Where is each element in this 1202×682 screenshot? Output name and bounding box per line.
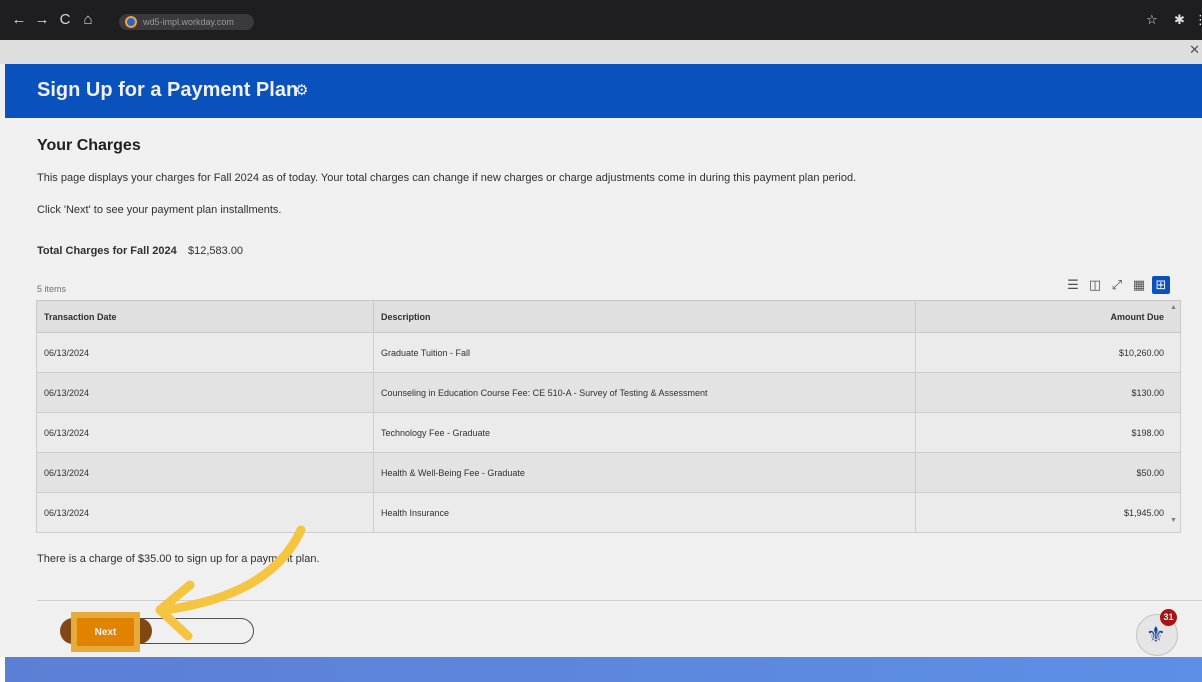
cell-amount: $198.00 [915, 412, 1181, 453]
column-icon[interactable]: ◫ [1086, 276, 1104, 294]
cell-date: 06/13/2024 [36, 332, 374, 373]
cell-date: 06/13/2024 [36, 492, 374, 533]
cell-description: Health Insurance [373, 492, 916, 533]
table-row: 06/13/2024 Graduate Tuition - Fall $10,2… [36, 332, 1181, 373]
cell-date: 06/13/2024 [36, 372, 374, 413]
page-title: Sign Up for a Payment Plan [37, 79, 299, 101]
fullscreen-icon[interactable]: ⤢ [1108, 276, 1126, 294]
column-header-date[interactable]: Transaction Date [36, 300, 374, 333]
hint-text: Click 'Next' to see your payment plan in… [37, 204, 282, 216]
bottom-band [5, 657, 1202, 682]
cell-description: Graduate Tuition - Fall [373, 332, 916, 373]
cell-description: Health & Well-Being Fee - Graduate [373, 452, 916, 493]
charges-table: Transaction Date Description Amount Due … [36, 300, 1181, 533]
workday-page: ✕ Sign Up for a Payment Plan ⚙ Your Char… [0, 40, 1202, 657]
intro-text: This page displays your charges for Fall… [37, 172, 857, 184]
table-row: 06/13/2024 Counseling in Education Cours… [36, 372, 1181, 413]
footer-divider [37, 600, 1202, 601]
notification-badge: 31 [1160, 609, 1177, 626]
total-charges-label: Total Charges for Fall 2024 [37, 245, 177, 257]
top-strip: ✕ [0, 40, 1202, 64]
table-row: 06/13/2024 Health & Well-Being Fee - Gra… [36, 452, 1181, 493]
table-view-icon[interactable]: ▦ [1130, 276, 1148, 294]
total-charges-value: $12,583.00 [188, 245, 244, 257]
cell-amount: $130.00 [915, 372, 1181, 413]
grid-view-icon[interactable]: ⊞ [1152, 276, 1170, 294]
fleur-de-lis-icon: ⚜ [1146, 622, 1166, 647]
table-toolbar: ☰ ◫ ⤢ ▦ ⊞ [1064, 276, 1170, 294]
cell-date: 06/13/2024 [36, 452, 374, 493]
payment-plan-fee-note: There is a charge of $35.00 to sign up f… [37, 553, 320, 565]
browser-menu-icon[interactable]: ⋮ [1194, 10, 1202, 30]
table-header-row: Transaction Date Description Amount Due [36, 300, 1181, 333]
column-header-amount[interactable]: Amount Due [915, 300, 1181, 333]
cell-description: Technology Fee - Graduate [373, 412, 916, 453]
address-bar[interactable]: wd5-impl.workday.com [119, 14, 254, 30]
filter-icon[interactable]: ☰ [1064, 276, 1082, 294]
cell-amount: $10,260.00 [915, 332, 1181, 373]
cell-amount: $1,945.00 [915, 492, 1181, 533]
close-icon[interactable]: ✕ [1189, 42, 1200, 58]
column-header-description[interactable]: Description [373, 300, 916, 333]
section-heading: Your Charges [37, 137, 141, 154]
back-arrow-icon[interactable]: ← [8, 9, 30, 31]
bookmark-star-icon[interactable]: ☆ [1146, 10, 1158, 30]
items-count: 5 items [37, 284, 67, 294]
site-favicon-icon [125, 16, 137, 28]
related-actions-icon[interactable]: ⚙ [295, 81, 308, 99]
reload-icon[interactable]: C [54, 9, 76, 31]
next-button[interactable]: Next [77, 618, 134, 646]
page-header-banner: Sign Up for a Payment Plan ⚙ [5, 64, 1202, 118]
forward-arrow-icon[interactable]: → [31, 9, 53, 31]
extensions-icon[interactable]: ✱ [1174, 10, 1185, 30]
cell-amount: $50.00 [915, 452, 1181, 493]
browser-toolbar: ← → C ⌂ wd5-impl.workday.com ☆ ✱ ⋮ [0, 0, 1202, 40]
cell-date: 06/13/2024 [36, 412, 374, 453]
table-row: 06/13/2024 Health Insurance $1,945.00 [36, 492, 1181, 533]
table-row: 06/13/2024 Technology Fee - Graduate $19… [36, 412, 1181, 453]
home-icon[interactable]: ⌂ [77, 9, 99, 31]
url-text: wd5-impl.workday.com [143, 17, 234, 27]
cell-description: Counseling in Education Course Fee: CE 5… [373, 372, 916, 413]
scroll-down-icon[interactable]: ▼ [1170, 517, 1177, 524]
scroll-up-icon[interactable]: ▲ [1170, 304, 1177, 311]
